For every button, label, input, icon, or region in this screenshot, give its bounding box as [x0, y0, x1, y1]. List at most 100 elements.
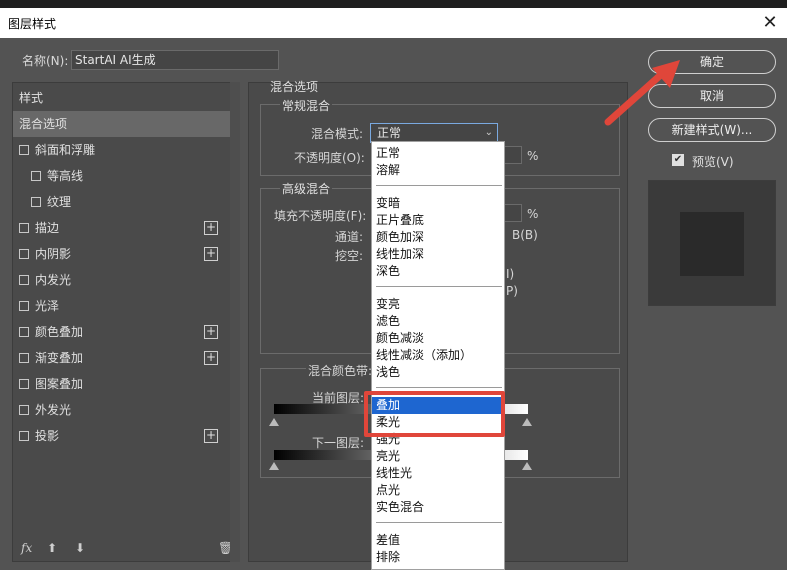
fill-opacity-input[interactable] — [502, 204, 522, 222]
channels-label: 通道: — [335, 230, 364, 244]
add-icon[interactable]: + — [204, 247, 218, 261]
blend-mode-option[interactable]: 滤色 — [372, 313, 504, 330]
style-item-label: 图案叠加 — [35, 377, 84, 391]
style-checkbox[interactable] — [19, 223, 29, 233]
style-item-label: 混合选项 — [19, 117, 68, 131]
dropdown-separator — [376, 522, 502, 523]
blend-mode-select[interactable]: 正常 ⌄ — [370, 123, 498, 143]
style-item[interactable]: 内发光 — [13, 267, 239, 293]
knockout-option-p: P) — [506, 284, 518, 298]
knockout-option-i: I) — [506, 267, 515, 281]
title-bar: 图层样式 ✕ — [0, 8, 787, 38]
fill-opacity-label: 填充不透明度(F): — [274, 209, 367, 223]
blend-mode-option[interactable]: 深色 — [372, 263, 504, 280]
dropdown-separator — [376, 387, 502, 388]
blend-mode-label: 混合模式: — [311, 127, 364, 141]
down-arrow-icon[interactable]: ⬇ — [75, 541, 85, 555]
style-checkbox[interactable] — [19, 327, 29, 337]
blend-mode-option[interactable]: 溶解 — [372, 162, 504, 179]
add-icon[interactable]: + — [204, 429, 218, 443]
blend-mode-value: 正常 — [377, 126, 402, 140]
style-item[interactable]: 纹理 — [13, 189, 239, 215]
blend-mode-option[interactable]: 颜色减淡 — [372, 330, 504, 347]
this-layer-black-slider[interactable] — [269, 418, 279, 426]
style-checkbox[interactable] — [19, 249, 29, 259]
blend-mode-option[interactable]: 点光 — [372, 482, 504, 499]
style-item[interactable]: 描边 + — [13, 215, 239, 241]
blend-mode-option[interactable]: 线性减淡（添加） — [372, 347, 504, 364]
style-checkbox[interactable] — [31, 171, 41, 181]
style-item[interactable]: 混合选项 — [13, 111, 239, 137]
style-checkbox[interactable] — [19, 379, 29, 389]
add-icon[interactable]: + — [204, 221, 218, 235]
blend-mode-option[interactable]: 正片叠底 — [372, 212, 504, 229]
dropdown-separator — [376, 185, 502, 186]
blend-mode-option[interactable]: 实色混合 — [372, 499, 504, 516]
blend-mode-option[interactable]: 颜色加深 — [372, 229, 504, 246]
style-item-label: 内阴影 — [35, 247, 72, 261]
style-checkbox[interactable] — [19, 145, 29, 155]
preview-checkbox[interactable]: ✔ — [672, 154, 684, 166]
style-item[interactable]: 颜色叠加 + — [13, 319, 239, 345]
blend-mode-option[interactable]: 变亮 — [372, 296, 504, 313]
blend-mode-option[interactable]: 排除 — [372, 549, 504, 566]
style-item[interactable]: 内阴影 + — [13, 241, 239, 267]
fx-icon[interactable]: fx — [21, 541, 32, 555]
style-item[interactable]: 投影 + — [13, 423, 239, 449]
blend-mode-option[interactable]: 正常 — [372, 145, 504, 162]
preview-swatch — [680, 212, 744, 276]
name-input[interactable]: StartAI AI生成 — [71, 50, 279, 70]
section-title: 混合选项 — [270, 80, 319, 94]
blend-mode-option[interactable]: 变暗 — [372, 195, 504, 212]
underlying-black-slider[interactable] — [269, 462, 279, 470]
preview-label: 预览(V) — [692, 155, 734, 169]
style-item-label: 颜色叠加 — [35, 325, 84, 339]
style-checkbox[interactable] — [19, 405, 29, 415]
annotation-highlight-box — [364, 391, 505, 437]
styles-header: 样式 — [19, 91, 44, 105]
style-checkbox[interactable] — [19, 431, 29, 441]
up-arrow-icon[interactable]: ⬆ — [47, 541, 57, 555]
style-item[interactable]: 渐变叠加 + — [13, 345, 239, 371]
opacity-label: 不透明度(O): — [294, 151, 365, 165]
style-item-label: 投影 — [35, 429, 60, 443]
blend-mode-option[interactable]: 差值 — [372, 532, 504, 549]
general-blend-title: 常规混合 — [280, 97, 333, 114]
style-item-label: 内发光 — [35, 273, 72, 287]
style-checkbox[interactable] — [19, 301, 29, 311]
add-icon[interactable]: + — [204, 351, 218, 365]
styles-footer: fx ⬆ ⬇ 🗑 — [13, 539, 239, 561]
style-checkbox[interactable] — [19, 353, 29, 363]
blend-if-label: 混合颜色带: — [306, 362, 375, 379]
style-item[interactable]: 光泽 — [13, 293, 239, 319]
blend-mode-option[interactable]: 亮光 — [372, 448, 504, 465]
chevron-down-icon: ⌄ — [484, 127, 493, 138]
blend-mode-dropdown: 正常 溶解 变暗 正片叠底 颜色加深 线性加深 深色 变亮 滤色 颜色减淡 线性减淡（添加） 浅色 叠加… — [371, 141, 505, 570]
blend-mode-option[interactable]: 线性加深 — [372, 246, 504, 263]
style-item-label: 斜面和浮雕 — [35, 143, 96, 157]
styles-list: 样式 fx ⬆ ⬇ 🗑 混合选项 斜面和浮雕 等高线 纹理 描边 + 内阴影 + 内发光 光泽 颜色… — [12, 82, 240, 562]
opacity-unit: % — [527, 149, 539, 163]
blend-mode-option[interactable]: 线性光 — [372, 465, 504, 482]
opacity-input[interactable] — [502, 146, 522, 164]
this-layer-white-slider[interactable] — [522, 418, 532, 426]
styles-scrollbar[interactable] — [230, 82, 240, 562]
style-item-label: 描边 — [35, 221, 60, 235]
knockout-label: 挖空: — [335, 249, 364, 263]
close-icon[interactable]: ✕ — [759, 12, 781, 34]
style-item[interactable]: 斜面和浮雕 — [13, 137, 239, 163]
style-item[interactable]: 图案叠加 — [13, 371, 239, 397]
channel-b-label[interactable]: B(B) — [512, 228, 538, 242]
style-item[interactable]: 外发光 — [13, 397, 239, 423]
window-title: 图层样式 — [8, 17, 57, 31]
style-checkbox[interactable] — [31, 197, 41, 207]
style-item-label: 等高线 — [47, 169, 84, 183]
blend-mode-option[interactable]: 浅色 — [372, 364, 504, 381]
underlying-white-slider[interactable] — [522, 462, 532, 470]
annotation-arrow-icon — [604, 60, 680, 126]
style-checkbox[interactable] — [19, 275, 29, 285]
style-item[interactable]: 等高线 — [13, 163, 239, 189]
dropdown-separator — [376, 286, 502, 287]
style-item-label: 纹理 — [47, 195, 72, 209]
add-icon[interactable]: + — [204, 325, 218, 339]
